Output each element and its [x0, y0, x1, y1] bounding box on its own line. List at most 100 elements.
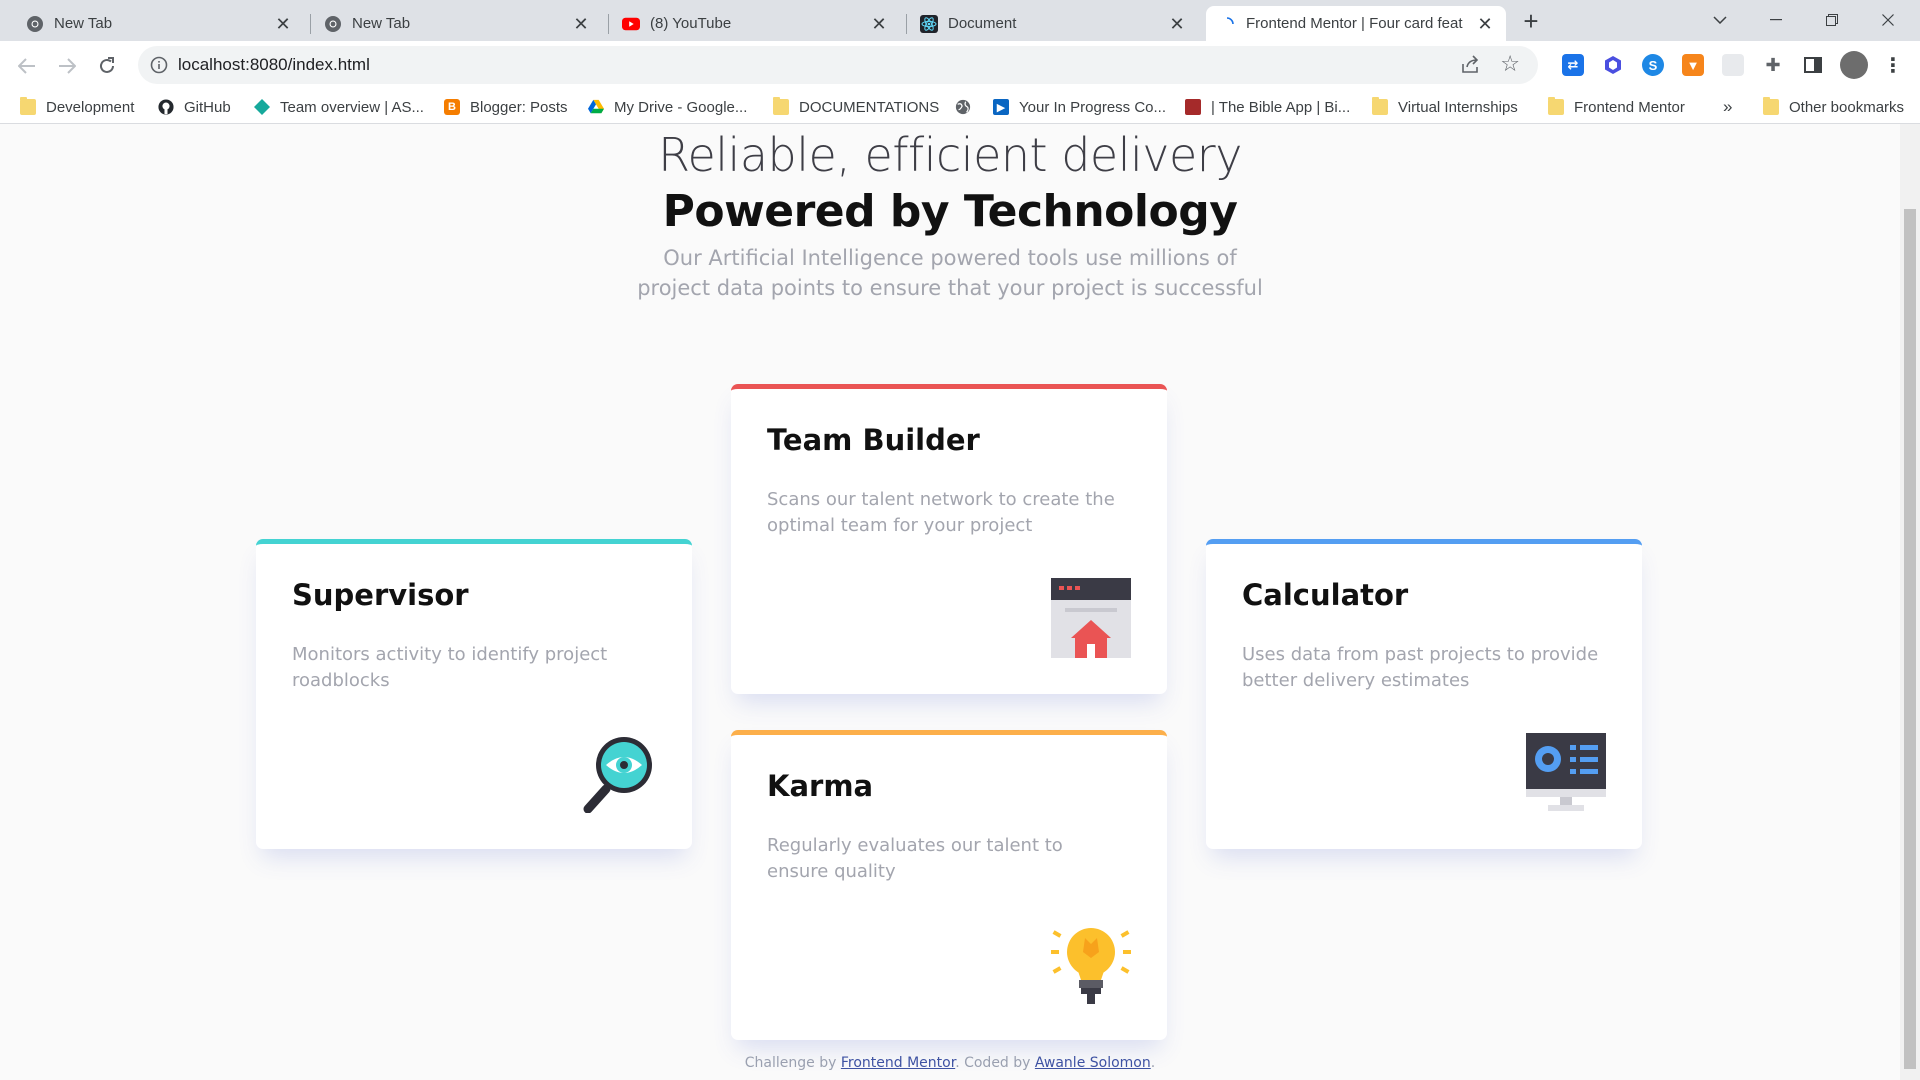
bookmarks-bar: Development GitHub Team overview | AS...…	[0, 90, 1920, 124]
bookmark-label: GitHub	[184, 98, 231, 116]
other-bookmarks[interactable]: Other bookmarks	[1763, 96, 1904, 118]
url-text[interactable]: localhost:8080/index.html	[178, 55, 370, 75]
loading-icon	[1218, 15, 1236, 33]
tab-youtube[interactable]: (8) YouTube ✕	[610, 6, 900, 41]
bookmark-label: Other bookmarks	[1789, 98, 1905, 116]
card-team-builder: Team Builder Scans our talent network to…	[731, 384, 1167, 694]
bookmarks-overflow-button[interactable]: »	[1723, 96, 1732, 118]
chevron-down-icon	[1713, 16, 1727, 24]
bookmark-virtual-internships[interactable]: Virtual Internships	[1372, 96, 1518, 118]
card-karma: Karma Regularly evaluates our talent to …	[731, 730, 1167, 1040]
bookmark-label: Your In Progress Co...	[1019, 98, 1167, 116]
tab-document[interactable]: Document ✕	[908, 6, 1198, 41]
close-icon	[1882, 14, 1894, 26]
team-builder-icon	[1051, 578, 1131, 658]
github-icon	[158, 99, 174, 115]
attribution-suffix: .	[1150, 1055, 1156, 1071]
info-icon[interactable]	[150, 56, 168, 74]
scrollbar[interactable]	[1900, 124, 1920, 1080]
forward-button[interactable]	[52, 51, 82, 81]
restore-icon	[1826, 14, 1838, 26]
folder-icon	[773, 97, 789, 115]
bookmark-blogger[interactable]: B Blogger: Posts	[444, 96, 568, 118]
close-icon[interactable]: ✕	[572, 15, 590, 33]
author-link[interactable]: Awanle Solomon	[1035, 1055, 1151, 1071]
new-tab-button[interactable]: +	[1517, 8, 1545, 36]
arrow-right-icon	[59, 58, 76, 74]
avatar[interactable]	[1840, 51, 1868, 79]
share-icon[interactable]	[1460, 55, 1480, 75]
frontend-mentor-link[interactable]: Frontend Mentor	[841, 1055, 955, 1071]
close-icon[interactable]: ✕	[274, 15, 292, 33]
bookmark-in-progress[interactable]: ▶ Your In Progress Co...	[993, 96, 1166, 118]
tab-separator	[906, 14, 907, 34]
hero-description: Our Artificial Intelligence powered tool…	[637, 246, 1263, 300]
card-text: Monitors activity to identify project ro…	[292, 644, 608, 691]
folder-icon	[1372, 97, 1388, 115]
bookmark-label: Virtual Internships	[1398, 98, 1518, 116]
chrome-icon	[324, 15, 342, 33]
bookmark-frontend-mentor[interactable]: Frontend Mentor	[1548, 96, 1685, 118]
minimize-icon	[1770, 19, 1782, 21]
folder-icon	[1548, 97, 1564, 115]
bookmark-label: Team overview | AS...	[280, 98, 424, 116]
tab-strip: New Tab ✕ New Tab ✕ (8) YouTube ✕ Docume…	[0, 0, 1920, 41]
reload-button[interactable]	[92, 51, 122, 81]
blogger-icon: B	[444, 99, 460, 115]
extension-blank-icon[interactable]	[1722, 54, 1744, 76]
folder-icon	[20, 97, 36, 115]
bookmark-documentations[interactable]: DOCUMENTATIONS	[773, 96, 939, 118]
diamond-icon	[254, 99, 270, 115]
page-viewport: Reliable, efficient delivery Powered by …	[0, 124, 1900, 1080]
bookmark-development[interactable]: Development	[20, 96, 134, 118]
address-bar[interactable]: localhost:8080/index.html ☆	[138, 46, 1538, 84]
tab-title: New Tab	[352, 15, 411, 32]
bookmark-github[interactable]: GitHub	[158, 96, 231, 118]
bookmark-bible-app[interactable]: | The Bible App | Bi...	[1185, 96, 1350, 118]
tab-separator	[608, 14, 609, 34]
card-text: Scans our talent network to create the o…	[767, 489, 1115, 536]
close-window-button[interactable]	[1860, 0, 1916, 40]
close-icon[interactable]: ✕	[1476, 15, 1494, 33]
tab-new-tab-2[interactable]: New Tab ✕	[312, 6, 602, 41]
react-icon	[920, 14, 938, 33]
video-icon: ▶	[993, 99, 1009, 115]
bookmark-globe[interactable]	[955, 96, 981, 118]
back-button[interactable]	[12, 51, 42, 81]
bookmark-team-overview[interactable]: Team overview | AS...	[254, 96, 424, 118]
hero-subtitle: Reliable, efficient delivery	[658, 128, 1242, 182]
monitor-icon	[1526, 733, 1606, 811]
tab-frontend-mentor[interactable]: Frontend Mentor | Four card feat ✕	[1206, 6, 1506, 41]
youtube-icon	[622, 15, 640, 33]
folder-icon	[1763, 97, 1779, 115]
bookmark-my-drive[interactable]: My Drive - Google...	[588, 96, 747, 118]
hero-title: Powered by Technology	[662, 186, 1238, 237]
close-icon[interactable]: ✕	[870, 15, 888, 33]
restore-button[interactable]	[1804, 0, 1860, 40]
card-title: Supervisor	[292, 578, 469, 612]
tab-title: Frontend Mentor | Four card feat	[1246, 15, 1463, 32]
star-icon[interactable]: ☆	[1500, 53, 1520, 75]
card-title: Team Builder	[767, 423, 980, 457]
close-icon[interactable]: ✕	[1168, 15, 1186, 33]
card-text: Regularly evaluates our talent to ensure…	[767, 835, 1063, 882]
tab-search-button[interactable]	[1692, 0, 1748, 40]
extension-circle-icon[interactable]: S	[1642, 54, 1664, 76]
card-calculator: Calculator Uses data from past projects …	[1206, 539, 1642, 849]
card-text: Uses data from past projects to provide …	[1242, 644, 1599, 691]
scrollbar-thumb[interactable]	[1904, 209, 1916, 1069]
extension-fox-icon[interactable]: ▼	[1682, 54, 1704, 76]
minimize-button[interactable]	[1748, 0, 1804, 40]
more-menu-icon[interactable]: ⋮	[1882, 54, 1904, 77]
bible-icon	[1185, 99, 1201, 115]
puzzle-icon[interactable]: ✚	[1762, 54, 1784, 76]
reload-icon	[100, 57, 114, 73]
extension-hex-icon[interactable]	[1602, 54, 1624, 76]
side-panel-icon[interactable]	[1802, 54, 1824, 76]
tab-new-tab-1[interactable]: New Tab ✕	[14, 6, 304, 41]
browser-toolbar: localhost:8080/index.html ☆ ⇄ S ▼ ✚ ⋮	[0, 41, 1920, 90]
bookmark-label: Blogger: Posts	[470, 98, 568, 116]
extension-translate-icon[interactable]: ⇄	[1562, 54, 1584, 76]
chrome-icon	[26, 15, 44, 33]
attribution-prefix: Challenge by	[744, 1055, 841, 1071]
